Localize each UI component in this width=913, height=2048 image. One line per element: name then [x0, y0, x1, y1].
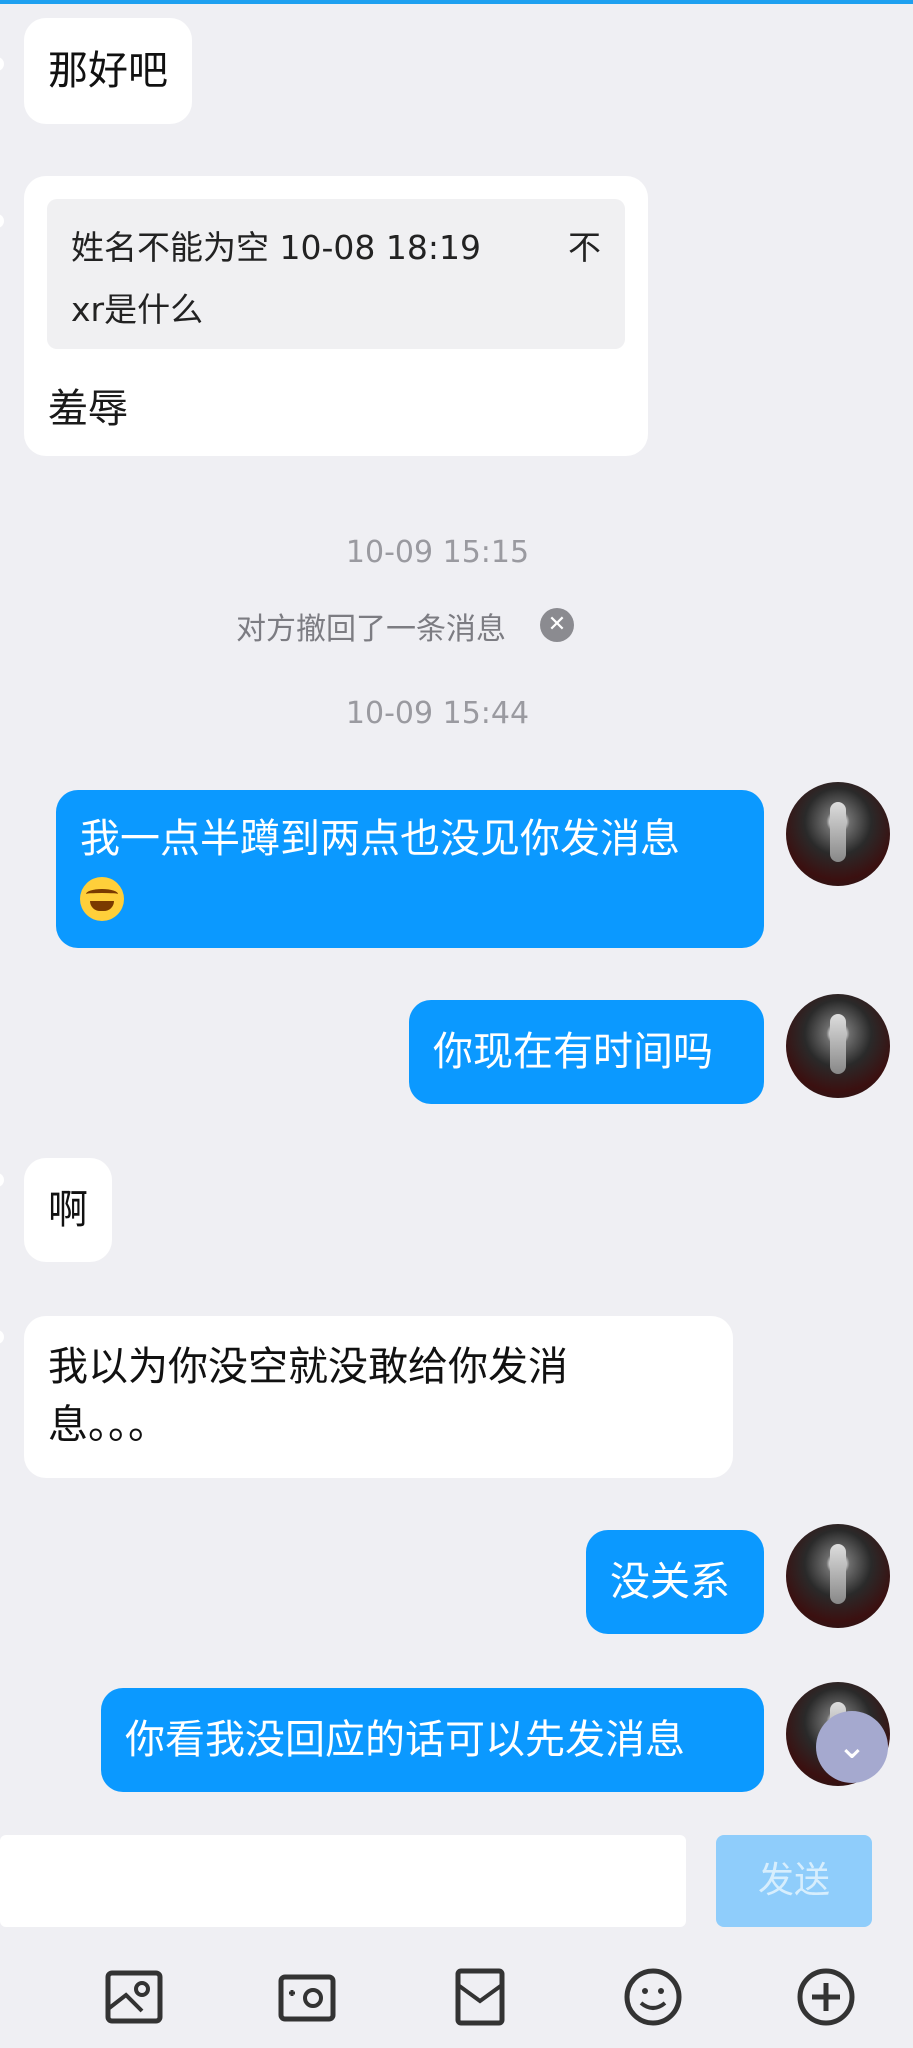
sender-avatar-edge: [0, 1330, 4, 1344]
sender-avatar-edge: [0, 214, 4, 228]
camera-icon[interactable]: [275, 1965, 339, 2029]
quote-text: xr是什么: [71, 290, 204, 329]
quote-flag: 不: [568, 228, 601, 267]
file-icon[interactable]: [448, 1965, 512, 2029]
sender-avatar-edge: [0, 1173, 4, 1187]
emoji-icon[interactable]: [621, 1965, 685, 2029]
avatar[interactable]: [786, 994, 890, 1098]
timestamp: 10-09 15:15: [345, 535, 530, 570]
message-text: 那好吧: [48, 48, 168, 94]
message-text: 我一点半蹲到两点也没见你发消息: [80, 816, 680, 862]
top-accent-bar: [0, 0, 913, 4]
quoted-message[interactable]: 姓名不能为空 10-08 18:19 xr是什么 不: [47, 199, 625, 349]
avatar[interactable]: [786, 782, 890, 886]
message-bubble-outgoing[interactable]: 我一点半蹲到两点也没见你发消息: [56, 790, 764, 948]
message-bubble-outgoing[interactable]: 你现在有时间吗: [409, 1000, 764, 1104]
scroll-down-button[interactable]: ⌄: [816, 1711, 888, 1783]
message-input[interactable]: [0, 1835, 686, 1927]
sender-avatar-edge: [0, 57, 4, 71]
message-text-line: 我以为你没空就没敢给你发消: [48, 1344, 568, 1390]
message-bubble-incoming[interactable]: 我以为你没空就没敢给你发消 息。。。: [24, 1316, 733, 1478]
laugh-emoji-icon: [80, 877, 124, 921]
message-bubble-outgoing[interactable]: 你看我没回应的话可以先发消息: [101, 1688, 764, 1792]
message-text: 你看我没回应的话可以先发消息: [125, 1717, 685, 1763]
message-text: 啊: [48, 1187, 88, 1233]
message-bubble-incoming[interactable]: 那好吧: [24, 18, 192, 124]
message-text: 羞辱: [48, 386, 128, 432]
close-icon[interactable]: ✕: [540, 608, 574, 642]
chevron-down-icon: ⌄: [836, 1726, 868, 1767]
plus-icon[interactable]: [794, 1965, 858, 2029]
message-text: 没关系: [610, 1559, 730, 1605]
avatar[interactable]: [786, 1524, 890, 1628]
message-text-line: 息。。。: [48, 1402, 168, 1448]
send-button[interactable]: 发送: [716, 1835, 872, 1927]
message-text: 你现在有时间吗: [433, 1029, 713, 1075]
message-bubble-outgoing[interactable]: 没关系: [586, 1530, 764, 1634]
message-bubble-incoming[interactable]: 啊: [24, 1158, 112, 1262]
image-icon[interactable]: [102, 1965, 166, 2029]
quote-header: 姓名不能为空 10-08 18:19: [71, 228, 481, 267]
timestamp: 10-09 15:44: [345, 696, 530, 731]
recall-notice: 对方撤回了一条消息: [236, 612, 506, 647]
